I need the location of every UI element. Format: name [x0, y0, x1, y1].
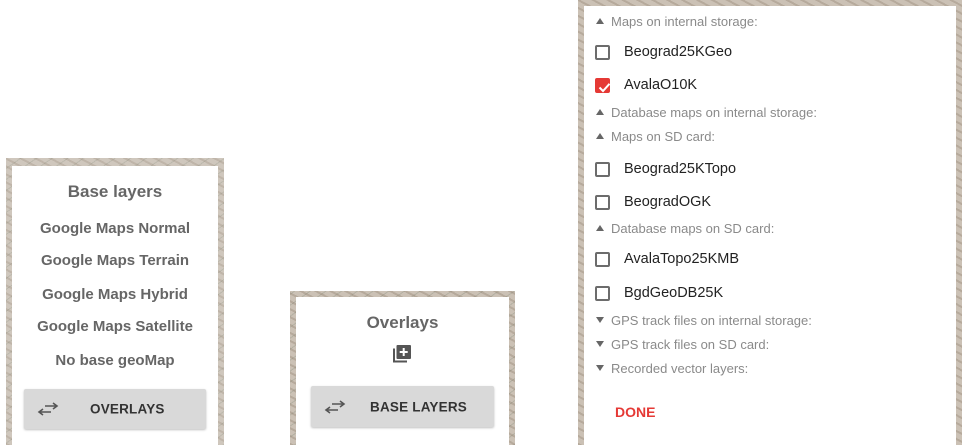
base-layer-google-hybrid[interactable]: Google Maps Hybrid — [12, 286, 218, 303]
base-layers-button[interactable]: BASE LAYERS — [311, 386, 494, 427]
section-header-sd-maps[interactable]: Maps on SD card: — [596, 129, 715, 144]
base-layers-dialog: Base layers Google Maps Normal Google Ma… — [12, 166, 218, 445]
base-layer-google-satellite[interactable]: Google Maps Satellite — [12, 318, 218, 335]
base-layer-google-terrain[interactable]: Google Maps Terrain — [12, 252, 218, 269]
checkbox[interactable] — [595, 45, 610, 60]
collapse-arrow-icon — [596, 109, 604, 115]
section-header-recorded-vector-layers[interactable]: Recorded vector layers: — [596, 361, 748, 376]
checkbox-checked[interactable] — [595, 78, 611, 93]
collapse-arrow-icon — [596, 225, 604, 231]
add-layer-icon[interactable] — [393, 345, 411, 363]
section-header-internal-maps[interactable]: Maps on internal storage: — [596, 14, 758, 29]
expand-arrow-icon — [596, 341, 604, 347]
base-layers-title: Base layers — [67, 182, 163, 201]
section-header-internal-gps-tracks[interactable]: GPS track files on internal storage: — [596, 313, 812, 328]
collapse-arrow-icon — [596, 18, 604, 24]
overlays-title: Overlays — [366, 313, 439, 332]
section-header-sd-gps-tracks[interactable]: GPS track files on SD card: — [596, 337, 769, 352]
swap-arrows-icon — [324, 399, 346, 414]
done-button[interactable]: DONE — [615, 404, 655, 420]
overlays-dialog: Overlays BASE LAYERS — [296, 297, 509, 445]
collapse-arrow-icon — [596, 133, 604, 139]
expand-arrow-icon — [596, 317, 604, 323]
checkbox[interactable] — [595, 252, 610, 267]
section-header-internal-database-maps[interactable]: Database maps on internal storage: — [596, 105, 817, 120]
checkmark-icon — [598, 83, 611, 93]
section-header-sd-database-maps[interactable]: Database maps on SD card: — [596, 221, 774, 236]
checkbox[interactable] — [595, 195, 610, 210]
overlays-button[interactable]: OVERLAYS — [24, 389, 206, 429]
maps-selection-dialog: Maps on internal storage: Beograd25KGeo … — [584, 6, 956, 445]
expand-arrow-icon — [596, 365, 604, 371]
swap-arrows-icon — [37, 402, 59, 416]
overlays-button-label: OVERLAYS — [90, 401, 165, 417]
base-layers-button-label: BASE LAYERS — [370, 399, 467, 414]
base-layer-google-normal[interactable]: Google Maps Normal — [12, 220, 218, 237]
base-layer-none[interactable]: No base geoMap — [12, 352, 218, 369]
checkbox[interactable] — [595, 286, 610, 301]
checkbox[interactable] — [595, 162, 610, 177]
